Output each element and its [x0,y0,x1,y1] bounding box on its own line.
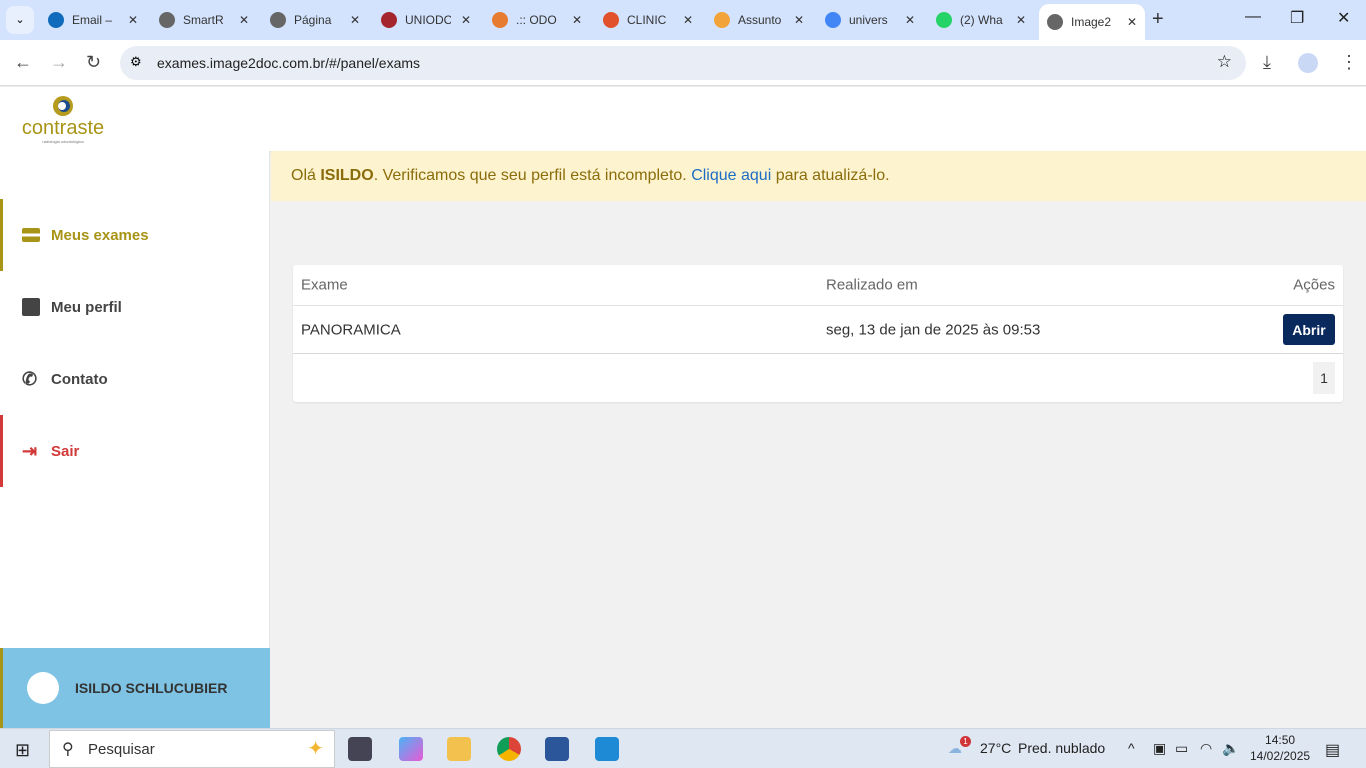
phone-icon: ✆ [22,369,38,389]
exams-table: Exame Realizado em Ações PANORAMICA seg,… [293,265,1343,402]
browser-tab[interactable]: univers ✕ [817,6,923,34]
browser-tab[interactable]: CLINIC ✕ [595,6,701,34]
tab-favicon-icon [159,12,175,28]
close-tab-icon[interactable]: ✕ [461,13,471,27]
minimize-button[interactable]: — [1245,8,1261,26]
download-icon[interactable]: ⤓ [1263,52,1271,73]
list-icon [22,228,40,242]
back-icon[interactable]: ← [14,52,32,73]
svg-text:contraste: contraste [22,117,104,139]
update-profile-link[interactable]: Clique aqui [691,167,771,184]
browser-tab[interactable]: Email – ✕ [40,6,146,34]
new-tab-button[interactable]: + [1152,8,1164,31]
incomplete-profile-alert: Olá ISILDO. Verificamos que seu perfil e… [271,151,1366,201]
volume-icon[interactable]: 🔈 [1222,740,1239,757]
browser-toolbar: ← → ↻ ⚙ exames.image2doc.com.br/#/panel/… [0,40,1366,86]
open-exam-button[interactable]: Abrir [1283,314,1335,345]
browser-tab[interactable]: .:: ODO ✕ [484,6,590,34]
sidebar: Meus exames Meu perfil ✆ Contato ⇥ Sair IS… [0,151,270,728]
user-panel[interactable]: ISILDO SCHLUCUBIER [0,648,270,728]
svg-text:radiologia odontológica: radiologia odontológica [42,139,84,144]
close-tab-icon[interactable]: ✕ [350,13,360,27]
pagination-page-1[interactable]: 1 [1313,362,1335,394]
camera-icon[interactable]: ▣ [1153,740,1166,757]
url-text[interactable]: exames.image2doc.com.br/#/panel/exams [157,55,420,71]
copilot-sparkle-icon: ✦ [307,738,324,760]
sidebar-item-meu-perfil[interactable]: Meu perfil [0,271,270,343]
tab-search-chevron-icon[interactable]: ⌄ [6,6,34,34]
close-tab-icon[interactable]: ✕ [128,13,138,27]
table-row: PANORAMICA seg, 13 de jan de 2025 às 09:… [293,306,1343,354]
avatar [27,672,59,704]
tab-favicon-icon [270,12,286,28]
weather-badge: 1 [960,736,971,747]
restore-button[interactable]: ❐ [1290,8,1304,28]
chevron-up-icon[interactable]: ^ [1128,740,1135,756]
tab-favicon-icon [936,12,952,28]
tab-favicon-icon [48,12,64,28]
profile-card-icon [22,298,40,316]
logout-icon: ⇥ [22,441,38,461]
close-tab-icon[interactable]: ✕ [1127,15,1137,29]
browser-tab[interactable]: Assunto ✕ [706,6,812,34]
clock[interactable]: 14:50 14/02/2025 [1250,732,1310,764]
close-tab-icon[interactable]: ✕ [572,13,582,27]
tab-favicon-icon [1047,14,1063,30]
site-header: contraste radiologia odontológica [0,87,1366,151]
site-info-icon[interactable]: ⚙ [130,54,142,70]
wifi-icon[interactable]: ◠ [1200,740,1212,757]
taskbar: ⊞ ⚲ Pesquisar ✦ ☁ 1 27°C Pred. nublado ^ ▣… [0,728,1366,768]
notifications-icon[interactable]: ▤ [1325,740,1340,760]
browser-tab[interactable]: Image2 ✕ [1039,4,1146,40]
tab-strip: ⌄ Email – ✕ SmartR ✕ Página ✕ UNIODO ✕.:: ODO ✕ C… [0,0,1366,40]
forward-icon[interactable]: → [50,52,68,73]
tab-favicon-icon [714,12,730,28]
browser-tab[interactable]: (2) Wha ✕ [928,6,1034,34]
tab-favicon-icon [381,12,397,28]
close-tab-icon[interactable]: ✕ [1016,13,1026,27]
reload-icon[interactable]: ↻ [86,52,101,73]
sidebar-item-contato[interactable]: ✆ Contato [0,343,270,415]
tab-favicon-icon [492,12,508,28]
bookmark-star-icon[interactable]: ☆ [1217,52,1232,72]
copilot-icon[interactable] [399,737,423,761]
browser-tab[interactable]: UNIODO ✕ [373,6,479,34]
close-window-button[interactable]: ✕ [1337,8,1350,28]
contraste-logo[interactable]: contraste radiologia odontológica [22,93,104,147]
app-icon[interactable] [595,737,619,761]
taskbar-search[interactable]: ⚲ Pesquisar ✦ [49,730,335,768]
sidebar-item-meus-exames[interactable]: Meus exames [0,199,270,271]
menu-icon[interactable]: ⋮ [1340,52,1358,73]
search-icon: ⚲ [62,741,74,758]
windows-start-icon[interactable]: ⊞ [15,740,30,761]
profile-icon[interactable] [1298,53,1318,73]
table-header: Exame Realizado em Ações [293,265,1343,306]
tab-favicon-icon [603,12,619,28]
file-explorer-icon[interactable] [447,737,471,761]
tab-favicon-icon [825,12,841,28]
sidebar-item-sair[interactable]: ⇥ Sair [0,415,270,487]
close-tab-icon[interactable]: ✕ [905,13,915,27]
chrome-icon[interactable] [497,737,521,761]
task-view-icon[interactable] [348,737,372,761]
close-tab-icon[interactable]: ✕ [683,13,693,27]
browser-tab[interactable]: SmartR ✕ [151,6,257,34]
browser-tab[interactable]: Página ✕ [262,6,368,34]
word-icon[interactable] [545,737,569,761]
battery-icon[interactable]: ▭ [1175,740,1188,757]
close-tab-icon[interactable]: ✕ [794,13,804,27]
close-tab-icon[interactable]: ✕ [239,13,249,27]
address-bar[interactable]: ⚙ exames.image2doc.com.br/#/panel/exams … [120,46,1246,80]
